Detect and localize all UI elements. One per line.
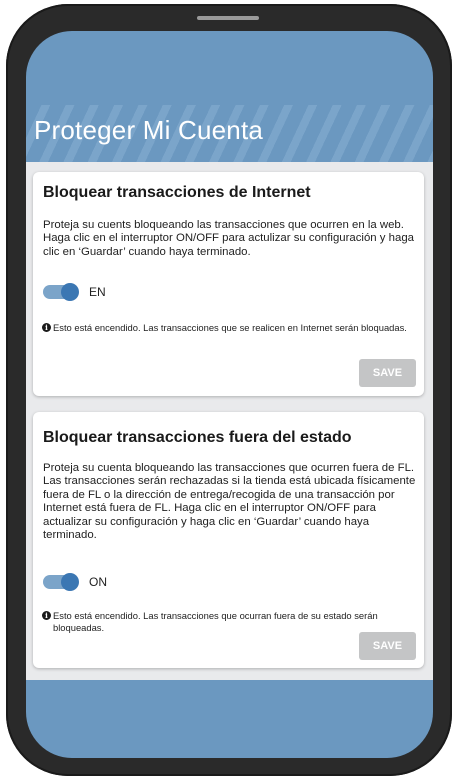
out-of-state-transactions-card: Bloquear transacciones fuera del estado … <box>33 412 424 668</box>
internet-toggle-switch[interactable] <box>43 283 79 301</box>
info-icon: i <box>42 611 51 620</box>
toggle-knob <box>61 573 79 591</box>
toggle-row: ON <box>43 573 107 591</box>
status-notice: i Esto está encendido. Las transacciones… <box>42 610 422 633</box>
save-button[interactable]: SAVE <box>359 632 416 660</box>
page-title: Proteger Mi Cuenta <box>34 115 264 145</box>
card-description: Proteja su cuents bloqueando las transac… <box>43 219 415 258</box>
toggle-label: ON <box>89 575 107 589</box>
phone-frame: Proteger Mi Cuenta Bloquear transaccione… <box>6 4 452 776</box>
toggle-label: EN <box>89 285 106 299</box>
card-title: Bloquear transacciones de Internet <box>43 184 311 201</box>
content-area: Bloquear transacciones de Internet Prote… <box>26 162 433 680</box>
toggle-knob <box>61 283 79 301</box>
notice-text: Esto está encendido. Las transacciones q… <box>53 322 407 333</box>
internet-transactions-card: Bloquear transacciones de Internet Prote… <box>33 172 424 396</box>
out-of-state-toggle-switch[interactable] <box>43 573 79 591</box>
card-title: Bloquear transacciones fuera del estado <box>43 429 352 446</box>
notice-text: Esto está encendido. Las transacciones q… <box>53 610 378 633</box>
phone-screen: Proteger Mi Cuenta Bloquear transaccione… <box>26 31 433 758</box>
speaker-slot <box>197 16 259 20</box>
save-button[interactable]: SAVE <box>359 359 416 387</box>
status-notice: i Esto está encendido. Las transacciones… <box>42 322 422 334</box>
card-description: Proteja su cuenta bloqueando las transac… <box>43 462 416 542</box>
toggle-row: EN <box>43 283 106 301</box>
info-icon: i <box>42 323 51 332</box>
